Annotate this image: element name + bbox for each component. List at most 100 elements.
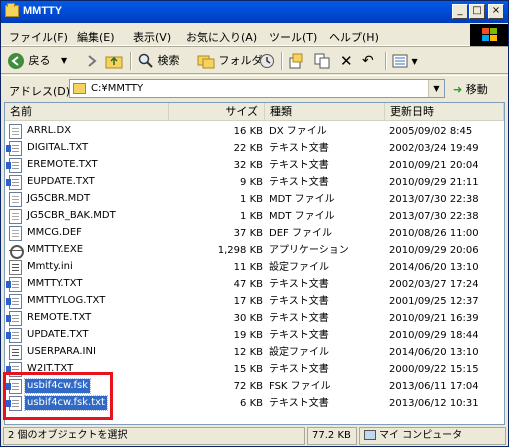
- history-button[interactable]: [259, 51, 275, 71]
- file-name: JG5CBR_BAK.MDT: [27, 210, 116, 221]
- menu-favorites[interactable]: お気に入り(A): [186, 29, 257, 45]
- file-name-cell[interactable]: DIGITAL.TXT: [6, 140, 90, 158]
- maximize-button[interactable]: □: [469, 4, 485, 19]
- file-row[interactable]: JG5CBR_BAK.MDT 1 KB MDT ファイル 2013/07/30 22:…: [5, 208, 504, 226]
- file-modified: 2010/09/29 21:11: [389, 177, 479, 188]
- file-name-cell[interactable]: REMOTE.TXT: [6, 310, 93, 328]
- menu-file[interactable]: ファイル(F): [9, 29, 68, 45]
- file-size: 32 KB: [233, 160, 263, 171]
- menu-tools[interactable]: ツール(T): [269, 29, 317, 45]
- file-type: テキスト文書: [269, 330, 329, 341]
- views-button[interactable]: ▼: [392, 51, 418, 71]
- file-row[interactable]: ARRL.DX 16 KB DX ファイル 2005/09/02 8:45: [5, 123, 504, 141]
- file-name-cell[interactable]: EREMOTE.TXT: [6, 157, 100, 175]
- close-button[interactable]: ×: [488, 4, 504, 19]
- file-modified: 2013/06/11 17:04: [389, 381, 479, 392]
- status-location-label: マイ コンピュータ: [379, 430, 463, 441]
- file-name-cell[interactable]: EUPDATE.TXT: [6, 174, 97, 192]
- file-modified: 2013/07/30 22:38: [389, 194, 479, 205]
- file-size: 17 KB: [233, 296, 263, 307]
- file-type: FSK ファイル: [269, 381, 331, 392]
- file-name-cell[interactable]: ARRL.DX: [9, 123, 73, 141]
- folder-icon: [5, 3, 19, 17]
- notepad-icon: [6, 157, 22, 173]
- forward-button[interactable]: [85, 51, 99, 71]
- file-size: 12 KB: [233, 347, 263, 358]
- file-modified: 2002/03/27 17:24: [389, 279, 479, 290]
- back-arrow-icon: [8, 53, 24, 69]
- file-type: テキスト文書: [269, 160, 329, 171]
- back-label: 戻る: [28, 54, 51, 67]
- ini-icon: [9, 344, 22, 360]
- file-name-cell[interactable]: MMTTY.EXE: [9, 242, 85, 260]
- file-row[interactable]: EUPDATE.TXT 9 KB テキスト文書 2010/09/29 21:11: [5, 174, 504, 192]
- go-button[interactable]: ➜ 移動: [453, 81, 488, 97]
- file-row[interactable]: MMTTYLOG.TXT 17 KB テキスト文書 2001/09/25 12:37: [5, 293, 504, 311]
- file-row[interactable]: EREMOTE.TXT 32 KB テキスト文書 2010/09/21 20:04: [5, 157, 504, 175]
- toolbar-separator: [130, 52, 132, 70]
- minimize-button[interactable]: _: [452, 4, 468, 19]
- file-type: アプリケーション: [269, 245, 349, 256]
- file-name-cell[interactable]: JG5CBR.MDT: [9, 191, 92, 209]
- notepad-icon: [6, 174, 22, 190]
- file-modified: 2002/03/24 19:49: [389, 143, 479, 154]
- file-modified: 2014/06/20 13:10: [389, 347, 479, 358]
- search-button[interactable]: 検索: [138, 51, 180, 71]
- file-name: MMCG.DEF: [27, 227, 82, 238]
- up-folder-button[interactable]: [105, 51, 123, 71]
- file-type: テキスト文書: [269, 177, 329, 188]
- file-name: Mmtty.ini: [27, 261, 73, 272]
- file-type: テキスト文書: [269, 279, 329, 290]
- toolbar-separator: [281, 52, 283, 70]
- delete-icon[interactable]: ✕: [340, 51, 353, 71]
- file-row[interactable]: MMCG.DEF 37 KB DEF ファイル 2010/08/26 11:00: [5, 225, 504, 243]
- move-to-button[interactable]: [288, 51, 304, 71]
- file-type: テキスト文書: [269, 364, 329, 375]
- file-modified: 2005/09/02 8:45: [389, 126, 473, 137]
- column-header-name[interactable]: 名前: [5, 103, 169, 121]
- exe-icon: [9, 243, 24, 259]
- file-name: MMTTY.TXT: [27, 278, 83, 289]
- back-dropdown-icon[interactable]: ▼: [61, 51, 67, 71]
- history-icon: [260, 54, 274, 68]
- file-modified: 2010/09/21 16:39: [389, 313, 479, 324]
- status-size: 77.2 KB: [307, 427, 357, 445]
- undo-icon[interactable]: ↶: [362, 51, 374, 71]
- column-header-modified[interactable]: 更新日時: [385, 103, 504, 121]
- file-name: EUPDATE.TXT: [27, 176, 95, 187]
- file-name-cell[interactable]: Mmtty.ini: [9, 259, 75, 277]
- generic-file-icon: [9, 208, 22, 224]
- folders-button[interactable]: フォルダ: [197, 51, 263, 71]
- file-name-cell[interactable]: MMTTY.TXT: [6, 276, 84, 294]
- file-row[interactable]: USERPARA.INI 12 KB 設定ファイル 2014/06/20 13:10: [5, 344, 504, 362]
- menu-edit[interactable]: 編集(E): [77, 29, 115, 45]
- file-name-cell[interactable]: JG5CBR_BAK.MDT: [9, 208, 118, 226]
- folders-icon: [197, 55, 215, 69]
- move-to-icon: [289, 53, 303, 69]
- file-name-cell[interactable]: MMTTYLOG.TXT: [6, 293, 107, 311]
- copy-to-button[interactable]: [314, 51, 330, 71]
- menu-view[interactable]: 表示(V): [133, 29, 171, 45]
- file-row[interactable]: Mmtty.ini 11 KB 設定ファイル 2014/06/20 13:10: [5, 259, 504, 277]
- address-dropdown-icon[interactable]: ▼: [428, 80, 444, 97]
- file-name-cell[interactable]: MMCG.DEF: [9, 225, 84, 243]
- file-row[interactable]: DIGITAL.TXT 22 KB テキスト文書 2002/03/24 19:49: [5, 140, 504, 158]
- menu-help[interactable]: ヘルプ(H): [329, 29, 379, 45]
- title-bar[interactable]: MMTTY _ □ ×: [1, 1, 508, 23]
- up-folder-icon: [105, 56, 123, 69]
- file-row[interactable]: MMTTY.TXT 47 KB テキスト文書 2002/03/27 17:24: [5, 276, 504, 294]
- file-row[interactable]: JG5CBR.MDT 1 KB MDT ファイル 2013/07/30 22:38: [5, 191, 504, 209]
- file-row[interactable]: MMTTY.EXE 1,298 KB アプリケーション 2010/09/29 20:0…: [5, 242, 504, 260]
- column-header-size[interactable]: サイズ: [169, 103, 265, 121]
- back-button[interactable]: 戻る: [7, 51, 51, 71]
- file-name-cell[interactable]: UPDATE.TXT: [6, 327, 90, 345]
- address-input[interactable]: C:¥MMTTY ▼: [69, 79, 445, 98]
- column-header-type[interactable]: 種類: [265, 103, 385, 121]
- window-title: MMTTY: [23, 5, 63, 17]
- file-name-cell[interactable]: USERPARA.INI: [9, 344, 98, 362]
- file-row[interactable]: UPDATE.TXT 19 KB テキスト文書 2010/09/29 18:44: [5, 327, 504, 345]
- address-bar: アドレス(D) C:¥MMTTY ▼ ➜ 移動: [1, 75, 508, 101]
- file-modified: 2014/06/20 13:10: [389, 262, 479, 273]
- generic-file-icon: [9, 191, 22, 207]
- file-row[interactable]: REMOTE.TXT 30 KB テキスト文書 2010/09/21 16:39: [5, 310, 504, 328]
